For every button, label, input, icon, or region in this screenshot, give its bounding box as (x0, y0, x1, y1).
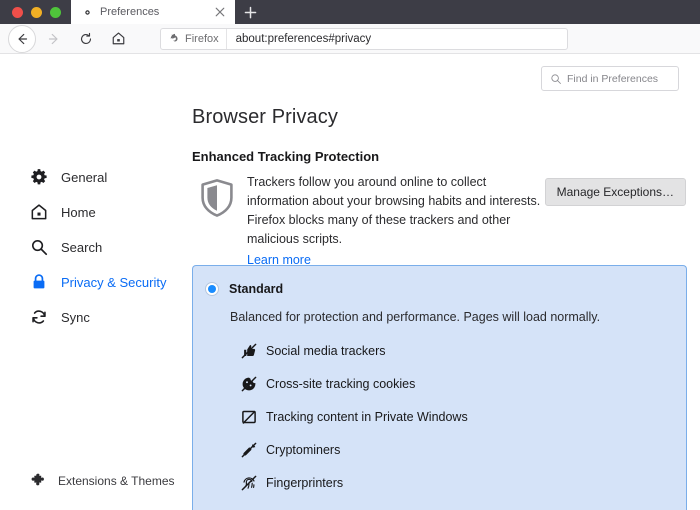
preferences-sidebar: General Home Search Privacy & Security S… (0, 55, 178, 510)
standard-description: Balanced for protection and performance.… (230, 310, 601, 324)
fingerprinter-blocked-icon (241, 475, 257, 491)
list-item: Fingerprinters (241, 466, 468, 499)
sidebar-item-privacy-security[interactable]: Privacy & Security (0, 265, 166, 299)
standard-label: Standard (229, 282, 284, 296)
cryptominer-blocked-icon (241, 442, 257, 458)
list-item-label: Cryptominers (266, 442, 341, 457)
standard-option[interactable]: Standard (205, 282, 283, 296)
list-item-label: Tracking content in Private Windows (266, 409, 468, 424)
window-controls (0, 7, 71, 24)
sidebar-item-label: Extensions & Themes (58, 474, 175, 488)
reload-button[interactable] (72, 25, 100, 53)
sidebar-item-extensions-themes[interactable]: Extensions & Themes (0, 464, 175, 498)
forward-button[interactable] (40, 25, 68, 53)
close-icon[interactable] (213, 5, 227, 19)
sidebar-item-label: Home (61, 204, 96, 220)
firefox-logo-icon (170, 33, 178, 42)
identity-chip[interactable]: Firefox (161, 29, 227, 49)
url-text[interactable]: about:preferences#privacy (227, 33, 372, 45)
protection-level-panel[interactable]: Standard Balanced for protection and per… (192, 265, 687, 510)
sidebar-item-general[interactable]: General (0, 160, 107, 194)
url-bar[interactable]: Firefox about:preferences#privacy (160, 28, 568, 50)
sidebar-item-search[interactable]: Search (0, 230, 102, 264)
maximize-window-button[interactable] (50, 7, 61, 18)
social-media-blocked-icon (241, 343, 257, 359)
list-item: Tracking content in Private Windows (241, 400, 468, 433)
page-title: Browser Privacy (192, 106, 338, 128)
list-item-label: Cross-site tracking cookies (266, 376, 416, 391)
list-item: Social media trackers (241, 334, 468, 367)
title-bar: Preferences (0, 0, 700, 24)
list-item: Cross-site tracking cookies (241, 367, 468, 400)
back-button[interactable] (8, 24, 36, 53)
radio-button-standard[interactable] (205, 282, 219, 296)
lock-icon (30, 273, 48, 291)
etp-description: Trackers follow you around online to col… (247, 175, 541, 246)
cookie-blocked-icon (241, 376, 257, 392)
close-window-button[interactable] (12, 7, 23, 18)
firefox-preferences-window: Preferences Firefox about:preferences#pr… (0, 0, 700, 510)
sidebar-item-sync[interactable]: Sync (0, 300, 90, 334)
etp-description-block: Trackers follow you around online to col… (247, 173, 542, 270)
blocked-items-list: Social media trackers Cross-site trackin… (241, 334, 468, 499)
new-tab-button[interactable] (235, 0, 265, 24)
gear-icon (81, 6, 94, 19)
minimize-window-button[interactable] (31, 7, 42, 18)
sidebar-item-label: Search (61, 239, 103, 255)
tab-title: Preferences (100, 6, 160, 18)
navigation-toolbar: Firefox about:preferences#privacy (0, 24, 700, 54)
sidebar-item-label: Sync (61, 309, 90, 325)
house-icon (30, 203, 48, 221)
puzzle-piece-icon (30, 473, 46, 489)
list-item-label: Social media trackers (266, 343, 386, 358)
shield-icon (199, 178, 235, 218)
tracking-content-blocked-icon (241, 409, 257, 425)
sidebar-item-label: Privacy & Security (61, 274, 167, 290)
sync-icon (30, 308, 48, 326)
search-icon (30, 238, 48, 256)
gear-icon (30, 168, 48, 186)
tab-preferences[interactable]: Preferences (71, 0, 235, 24)
identity-chip-label: Firefox (185, 33, 219, 45)
section-title: Enhanced Tracking Protection (192, 149, 380, 164)
home-button[interactable] (104, 25, 132, 53)
list-item-label: Fingerprinters (266, 475, 344, 490)
list-item: Cryptominers (241, 433, 468, 466)
manage-exceptions-button[interactable]: Manage Exceptions… (544, 178, 686, 206)
sidebar-item-label: General (61, 169, 108, 185)
sidebar-item-home[interactable]: Home (0, 195, 96, 229)
preferences-main: Browser Privacy Enhanced Tracking Protec… (192, 55, 700, 510)
preferences-content: Find in Preferences General Home Search … (0, 55, 700, 510)
